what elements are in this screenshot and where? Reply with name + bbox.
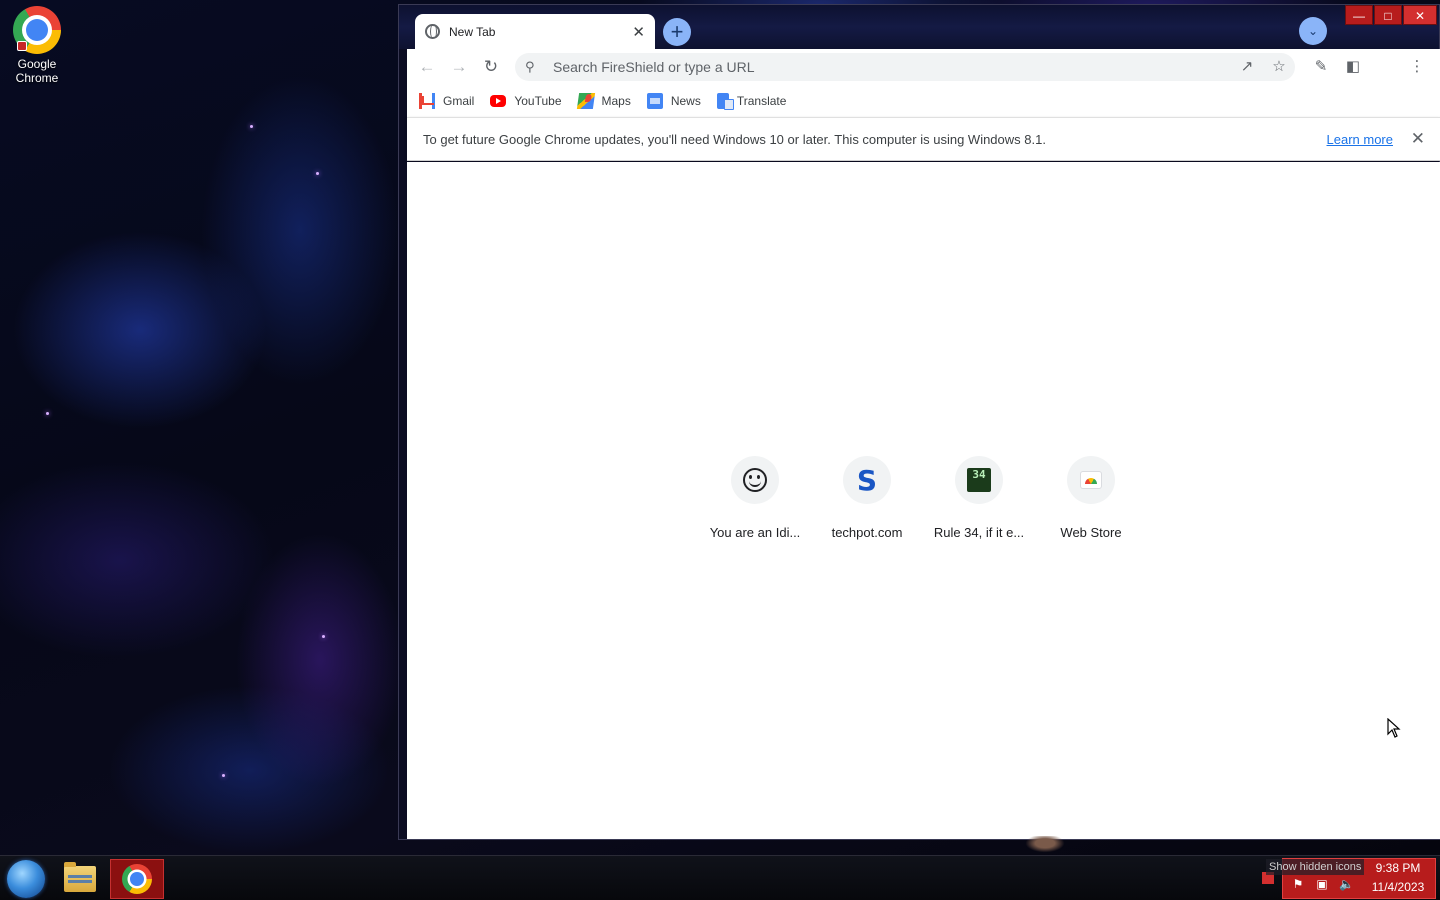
maps-icon — [576, 93, 595, 109]
extensions-icon[interactable]: ✎ — [1311, 57, 1331, 77]
taskbar-file-explorer[interactable] — [53, 859, 107, 899]
plus-icon: + — [670, 19, 684, 44]
network-icon[interactable]: ▣ — [1315, 877, 1329, 891]
bookmark-youtube[interactable]: YouTube — [490, 94, 562, 108]
desktop-art-fragment — [1022, 836, 1068, 854]
shortcut-tile[interactable]: 34 Rule 34, if it e... — [923, 456, 1035, 540]
star — [316, 172, 319, 175]
bookmark-label: Translate — [736, 94, 787, 108]
chrome-icon — [122, 864, 152, 894]
maximize-icon: □ — [1384, 9, 1392, 23]
star — [250, 125, 253, 128]
shortcut-tile[interactable]: You are an Idi... — [699, 456, 811, 540]
window-controls: — □ ✕ — [1344, 5, 1437, 25]
infobar-message: To get future Google Chrome updates, you… — [423, 132, 1046, 147]
tile-icon-container — [731, 456, 779, 504]
star — [222, 774, 225, 777]
bookmarks-bar: Gmail YouTube Maps News Translate — [407, 85, 1440, 117]
shortcut-tiles: You are an Idi... S techpot.com 34 Rule … — [699, 456, 1147, 540]
mouse-cursor-icon — [1387, 718, 1401, 738]
s-icon: S — [856, 463, 878, 497]
taskbar-chrome[interactable] — [110, 859, 164, 899]
globe-icon — [425, 24, 440, 39]
volume-icon[interactable]: 🔈 — [1339, 877, 1354, 891]
star — [322, 635, 325, 638]
chevron-down-icon: ⌄ — [1307, 24, 1319, 38]
chrome-icon — [13, 6, 61, 54]
browser-window: — □ ✕ New Tab ✕ + ⌄ ← → ↻ ⚲ ↗ ☆ ✎ ◧ ⋮ Gm… — [398, 4, 1440, 840]
learn-more-link[interactable]: Learn more — [1327, 132, 1393, 147]
bookmark-label: Gmail — [443, 94, 475, 108]
show-hidden-icons-tooltip: Show hidden icons — [1266, 859, 1365, 875]
desktop-icon-google-chrome[interactable]: Google Chrome — [8, 6, 66, 85]
tile-label: Rule 34, if it e... — [933, 525, 1025, 540]
bookmark-news[interactable]: News — [646, 93, 701, 109]
new-tab-page: You are an Idi... S techpot.com 34 Rule … — [407, 162, 1440, 839]
side-panel-icon[interactable]: ◧ — [1343, 57, 1363, 77]
bookmark-translate[interactable]: Translate — [716, 93, 787, 110]
tile-label: You are an Idi... — [709, 525, 801, 540]
tile-icon-container: S — [843, 456, 891, 504]
bookmark-maps[interactable]: Maps — [576, 93, 631, 109]
youtube-icon — [490, 95, 507, 107]
tab-new-tab[interactable]: New Tab ✕ — [415, 14, 655, 49]
share-icon[interactable]: ↗ — [1237, 57, 1257, 77]
tile-label: techpot.com — [831, 525, 903, 540]
gmail-icon — [419, 93, 435, 109]
update-infobar: To get future Google Chrome updates, you… — [407, 117, 1440, 161]
arrow-left-icon: ← — [418, 57, 436, 76]
bookmark-label: Maps — [601, 94, 631, 108]
tile-icon-container: 34 — [955, 456, 1003, 504]
reload-icon: ↻ — [483, 57, 499, 76]
rule34-icon: 34 — [967, 468, 991, 492]
browser-toolbar: ← → ↻ ⚲ ↗ ☆ ✎ ◧ ⋮ — [407, 49, 1440, 85]
arrow-right-icon: → — [450, 57, 468, 76]
translate-icon — [716, 93, 734, 110]
bookmark-label: YouTube — [514, 94, 562, 108]
close-window-button[interactable]: ✕ — [1403, 5, 1437, 25]
star — [46, 412, 49, 415]
infobar-close-icon[interactable]: ✕ — [1411, 129, 1425, 149]
desktop-icon-label: Google Chrome — [15, 57, 59, 85]
web-store-icon — [1081, 472, 1101, 488]
tab-close-icon[interactable]: ✕ — [632, 23, 645, 41]
tab-search-button[interactable]: ⌄ — [1299, 17, 1327, 45]
tile-icon-container — [1067, 456, 1115, 504]
news-icon — [646, 93, 663, 109]
bookmark-star-icon[interactable]: ☆ — [1269, 57, 1289, 77]
bookmark-label: News — [670, 94, 701, 108]
reload-button[interactable]: ↻ — [481, 57, 501, 77]
minimize-button[interactable]: — — [1345, 5, 1373, 25]
maximize-button[interactable]: □ — [1374, 5, 1402, 25]
new-tab-button[interactable]: + — [663, 18, 691, 46]
forward-button[interactable]: → — [449, 57, 469, 77]
profile-button[interactable] — [1375, 57, 1395, 77]
clock-date: 11/4/2023 — [1371, 880, 1425, 894]
bookmark-gmail[interactable]: Gmail — [419, 93, 474, 109]
shortcut-tile[interactable]: Web Store — [1035, 456, 1147, 540]
address-bar[interactable]: ⚲ ↗ ☆ — [515, 53, 1295, 81]
folder-icon — [64, 862, 96, 892]
search-icon: ⚲ — [525, 59, 535, 74]
taskbar-clock[interactable]: 9:38 PM 11/4/2023 — [1360, 859, 1436, 897]
address-input[interactable] — [553, 54, 1295, 80]
taskbar: ⚑ ▣ 🔈 Show hidden icons 9:38 PM 11/4/202… — [0, 855, 1440, 900]
shortcut-badge-icon — [17, 41, 27, 51]
shortcut-tile[interactable]: S techpot.com — [811, 456, 923, 540]
start-button[interactable] — [7, 860, 45, 898]
close-icon: ✕ — [1414, 9, 1426, 23]
menu-icon[interactable]: ⋮ — [1407, 57, 1427, 77]
flag-icon[interactable]: ⚑ — [1291, 877, 1305, 891]
smiley-icon — [743, 468, 767, 492]
clock-time: 9:38 PM — [1375, 861, 1421, 875]
title-bar[interactable]: — □ ✕ New Tab ✕ + ⌄ — [399, 5, 1439, 49]
back-button[interactable]: ← — [417, 57, 437, 77]
tile-label: Web Store — [1060, 525, 1122, 540]
tab-title: New Tab — [449, 24, 496, 39]
minimize-icon: — — [1353, 9, 1365, 23]
